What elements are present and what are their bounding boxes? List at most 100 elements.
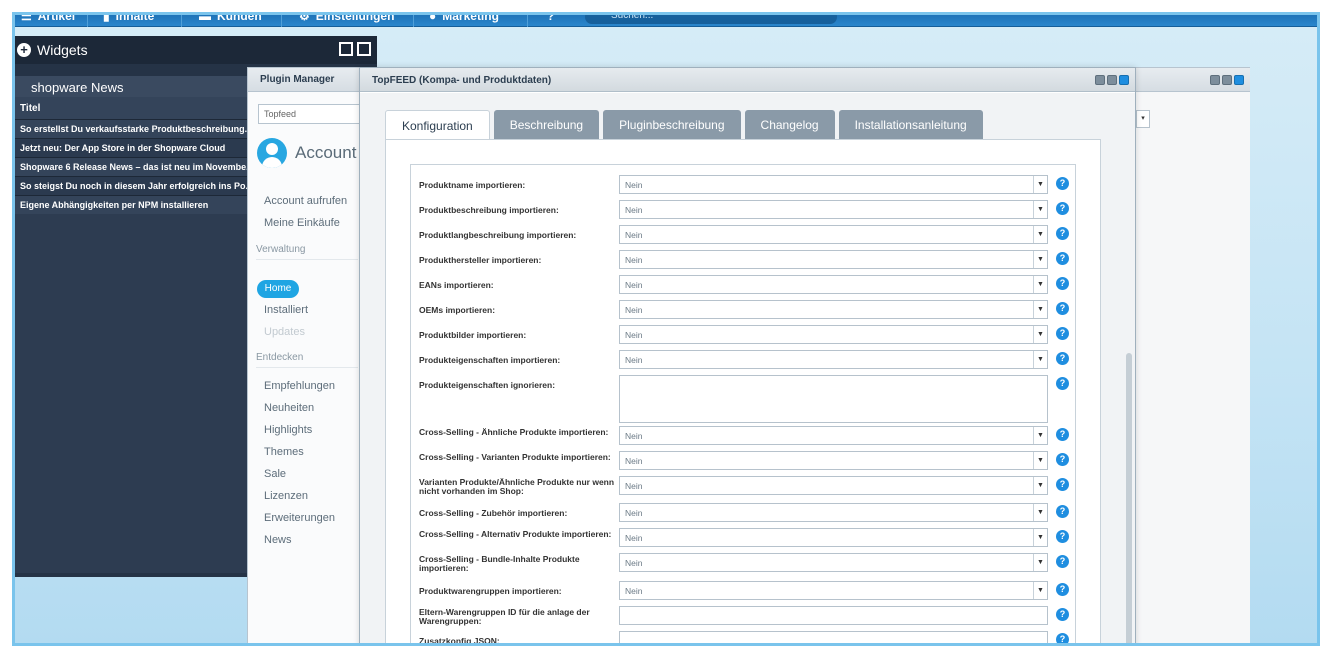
- help-icon[interactable]: ?: [1056, 352, 1069, 365]
- field-label: Produktlangbeschreibung importieren:: [419, 230, 577, 240]
- news-item[interactable]: So steigst Du noch in diesem Jahr erfolg…: [15, 176, 247, 195]
- nav-lizenzen[interactable]: Lizenzen: [264, 490, 308, 502]
- plugin-manager-sidebar: Topfeed Account Account aufrufen Meine E…: [248, 92, 360, 643]
- maximize-icon[interactable]: [1107, 75, 1117, 85]
- nav-themes[interactable]: Themes: [264, 446, 304, 458]
- nav-highlights[interactable]: Highlights: [264, 424, 312, 436]
- help-icon[interactable]: ?: [1056, 453, 1069, 466]
- chevron-down-icon[interactable]: ▼: [1033, 201, 1047, 218]
- chevron-down-icon[interactable]: ▼: [1033, 477, 1047, 494]
- tab-beschreibung[interactable]: Beschreibung: [493, 110, 600, 139]
- news-column-header[interactable]: Titel: [15, 97, 247, 119]
- scrollbar[interactable]: [1124, 93, 1134, 643]
- global-search-input[interactable]: Suchen...: [585, 15, 837, 24]
- select-field[interactable]: Nein ▼: [619, 451, 1048, 470]
- nav-home[interactable]: Home: [257, 280, 299, 298]
- select-field[interactable]: Nein ▼: [619, 503, 1048, 522]
- chevron-down-icon[interactable]: ▼: [1033, 326, 1047, 343]
- close-icon[interactable]: [1119, 75, 1129, 85]
- textarea-field[interactable]: [619, 375, 1048, 423]
- select-field[interactable]: Nein ▼: [619, 528, 1048, 547]
- nav-news[interactable]: News: [264, 534, 292, 546]
- widgets-header: + Widgets: [15, 36, 377, 64]
- help-icon[interactable]: ?: [1056, 252, 1069, 265]
- close-icon[interactable]: [1234, 75, 1244, 85]
- help-icon[interactable]: ?: [1056, 608, 1069, 621]
- help-icon[interactable]: ?: [1056, 327, 1069, 340]
- select-field[interactable]: Nein ▼: [619, 200, 1048, 219]
- chevron-down-icon[interactable]: ▼: [1033, 582, 1047, 599]
- help-icon[interactable]: ?: [1056, 277, 1069, 290]
- chevron-down-icon[interactable]: ▼: [1033, 427, 1047, 444]
- chevron-down-icon[interactable]: ▼: [1033, 351, 1047, 368]
- select-field[interactable]: Nein ▼: [619, 300, 1048, 319]
- chevron-down-icon[interactable]: ▼: [1033, 226, 1047, 243]
- select-field[interactable]: Nein ▼: [619, 476, 1048, 495]
- add-widget-icon[interactable]: +: [17, 43, 31, 57]
- tab-installationsanleitung[interactable]: Installationsanleitung: [838, 110, 983, 139]
- menu-item-einstellungen[interactable]: ⚙ Einstellungen: [299, 15, 394, 23]
- popout-icon[interactable]: [357, 42, 371, 56]
- chevron-down-icon[interactable]: ▼: [1033, 301, 1047, 318]
- help-icon[interactable]: ?: [1056, 583, 1069, 596]
- help-icon[interactable]: ?: [547, 15, 554, 23]
- tab-pluginbeschreibung[interactable]: Pluginbeschreibung: [603, 110, 741, 139]
- select-field[interactable]: Nein ▼: [619, 581, 1048, 600]
- help-icon[interactable]: ?: [1056, 530, 1069, 543]
- help-icon[interactable]: ?: [1056, 505, 1069, 518]
- chevron-down-icon[interactable]: ▼: [1033, 176, 1047, 193]
- help-icon[interactable]: ?: [1056, 177, 1069, 190]
- help-icon[interactable]: ?: [1056, 202, 1069, 215]
- chevron-down-icon[interactable]: ▼: [1033, 554, 1047, 571]
- select-field[interactable]: Nein ▼: [619, 250, 1048, 269]
- nav-empfehlungen[interactable]: Empfehlungen: [264, 380, 335, 392]
- nav-installiert[interactable]: Installiert: [264, 304, 308, 316]
- chevron-down-icon[interactable]: ▼: [1033, 452, 1047, 469]
- select-value: Nein: [625, 205, 643, 215]
- chevron-down-icon[interactable]: ▾: [1136, 110, 1150, 128]
- select-field[interactable]: Nein ▼: [619, 350, 1048, 369]
- tab-changelog[interactable]: Changelog: [744, 110, 835, 139]
- account-header[interactable]: Account: [257, 138, 356, 168]
- scrollbar-thumb[interactable]: [1126, 353, 1132, 643]
- link-meine-einkaeufe[interactable]: Meine Einkäufe: [264, 217, 340, 229]
- help-icon[interactable]: ?: [1056, 227, 1069, 240]
- maximize-icon[interactable]: [1222, 75, 1232, 85]
- minimize-icon[interactable]: [339, 42, 353, 56]
- chevron-down-icon[interactable]: ▼: [1033, 504, 1047, 521]
- news-item[interactable]: Shopware 6 Release News – das ist neu im…: [15, 157, 247, 176]
- minimize-icon[interactable]: [1210, 75, 1220, 85]
- news-item[interactable]: Eigene Abhängigkeiten per NPM installier…: [15, 195, 247, 214]
- plugin-search-input[interactable]: Topfeed: [258, 104, 360, 124]
- select-field[interactable]: Nein ▼: [619, 175, 1048, 194]
- chevron-down-icon[interactable]: ▼: [1033, 276, 1047, 293]
- tab-konfiguration[interactable]: Konfiguration: [385, 110, 490, 139]
- help-icon[interactable]: ?: [1056, 633, 1069, 643]
- select-field[interactable]: Nein ▼: [619, 325, 1048, 344]
- help-icon[interactable]: ?: [1056, 428, 1069, 441]
- chevron-down-icon[interactable]: ▼: [1033, 529, 1047, 546]
- select-field[interactable]: Nein ▼: [619, 225, 1048, 244]
- help-icon[interactable]: ?: [1056, 377, 1069, 390]
- nav-erweiterungen[interactable]: Erweiterungen: [264, 512, 335, 524]
- help-icon[interactable]: ?: [1056, 302, 1069, 315]
- menu-item-marketing[interactable]: ● Marketing: [429, 15, 499, 23]
- minimize-icon[interactable]: [1095, 75, 1105, 85]
- help-icon[interactable]: ?: [1056, 555, 1069, 568]
- text-input-field[interactable]: [619, 631, 1048, 643]
- link-account-aufrufen[interactable]: Account aufrufen: [264, 195, 347, 207]
- section-entdecken: Entdecken: [256, 352, 358, 368]
- select-field[interactable]: Nein ▼: [619, 275, 1048, 294]
- news-item[interactable]: So erstellst Du verkaufsstarke Produktbe…: [15, 119, 247, 138]
- chevron-down-icon[interactable]: ▼: [1033, 251, 1047, 268]
- help-icon[interactable]: ?: [1056, 478, 1069, 491]
- menu-item-artikel[interactable]: ☰ Artikel: [21, 15, 75, 23]
- select-field[interactable]: Nein ▼: [619, 553, 1048, 572]
- text-input-field[interactable]: [619, 606, 1048, 625]
- menu-item-kunden[interactable]: ▬ Kunden: [199, 15, 262, 23]
- nav-sale[interactable]: Sale: [264, 468, 286, 480]
- select-field[interactable]: Nein ▼: [619, 426, 1048, 445]
- news-item[interactable]: Jetzt neu: Der App Store in der Shopware…: [15, 138, 247, 157]
- nav-neuheiten[interactable]: Neuheiten: [264, 402, 314, 414]
- menu-item-inhalte[interactable]: ▮ Inhalte: [103, 15, 154, 23]
